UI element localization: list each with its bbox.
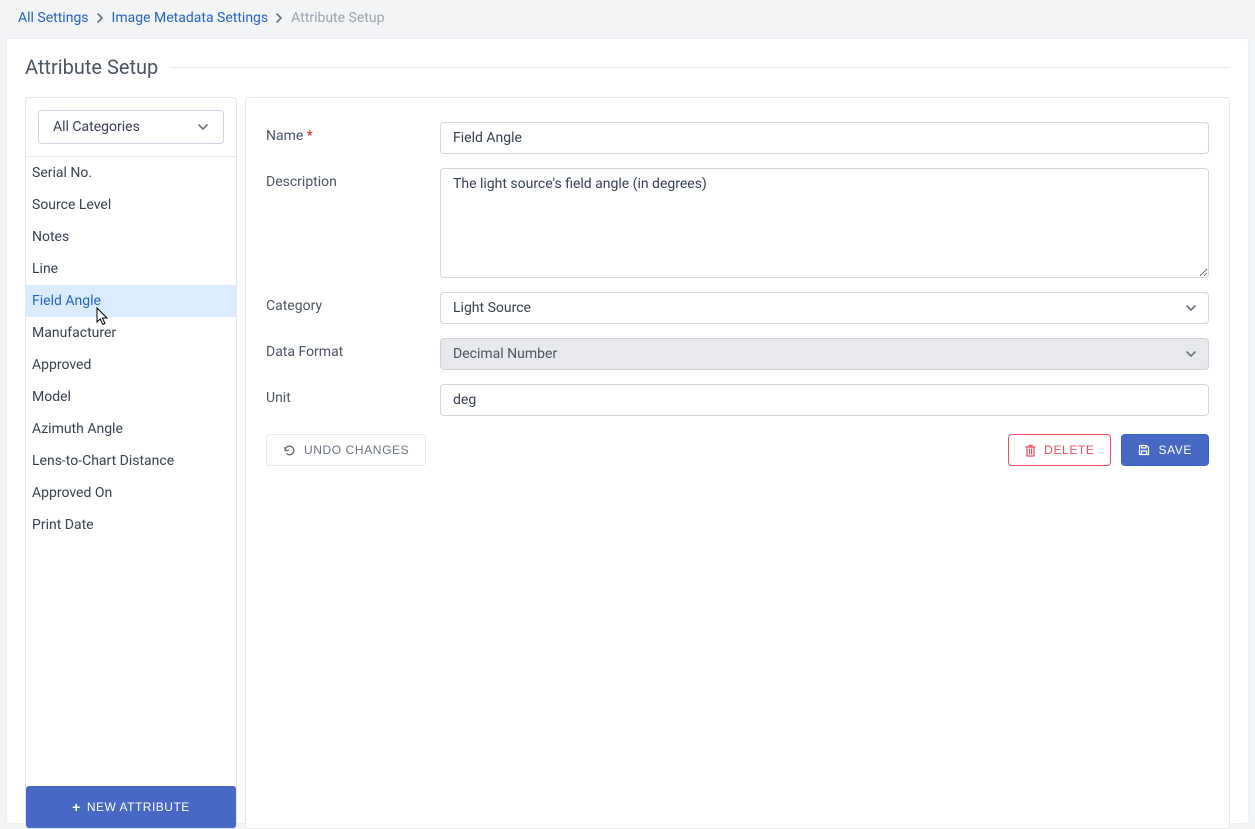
row-name: Name * [266,122,1209,154]
category-filter-select[interactable]: All Categories [38,110,224,144]
trash-icon [1025,444,1036,457]
attribute-list-item[interactable]: Model [26,381,236,413]
chevron-right-icon [276,13,283,23]
label-name-text: Name [266,128,303,144]
breadcrumb-link-all-settings[interactable]: All Settings [18,10,89,26]
category-select[interactable] [440,292,1209,324]
delete-label: DELETE [1044,443,1094,457]
label-category: Category [266,292,440,314]
sidebar-top: All Categories [26,98,236,156]
attribute-list-item[interactable]: Manufacturer [26,317,236,349]
attribute-detail-panel: Name * Description The light source's fi… [245,97,1230,829]
category-filter-value: All Categories [53,119,140,135]
attribute-list-item[interactable]: Approved On [26,477,236,509]
sidebar-bottom: + NEW ATTRIBUTE [26,786,236,828]
category-select-wrap [440,292,1209,324]
attribute-list[interactable]: Serial No.Source LevelNotesLineField Ang… [26,156,236,786]
attribute-list-item[interactable]: Serial No. [26,157,236,189]
attribute-list-item[interactable]: Azimuth Angle [26,413,236,445]
save-label: SAVE [1158,443,1192,457]
attribute-list-item[interactable]: Print Date [26,509,236,541]
save-button[interactable]: SAVE [1121,434,1209,466]
page-title-row: Attribute Setup [25,55,1230,79]
row-category: Category [266,292,1209,324]
title-divider [170,67,1230,68]
attribute-list-item[interactable]: Notes [26,221,236,253]
chevron-right-icon [97,13,104,23]
row-description: Description The light source's field ang… [266,168,1209,278]
label-data-format: Data Format [266,338,440,360]
required-mark: * [307,128,313,144]
attribute-list-item[interactable]: Field Angle [26,285,236,317]
save-icon [1138,444,1150,456]
undo-changes-button[interactable]: UNDO CHANGES [266,434,426,466]
data-format-select-wrap [440,338,1209,370]
description-textarea[interactable]: The light source's field angle (in degre… [440,168,1209,278]
page-title: Attribute Setup [25,55,158,79]
page-card: Attribute Setup All Categories Serial No… [6,38,1249,824]
unit-input[interactable] [440,384,1209,416]
breadcrumb: All Settings Image Metadata Settings Att… [0,0,1255,38]
form-actions: UNDO CHANGES DELETE SAVE [266,434,1209,466]
row-unit: Unit [266,384,1209,416]
attribute-list-item[interactable]: Source Level [26,189,236,221]
attribute-list-item[interactable]: Lens-to-Chart Distance [26,445,236,477]
attribute-list-item[interactable]: Line [26,253,236,285]
name-input[interactable] [440,122,1209,154]
delete-button[interactable]: DELETE [1008,434,1111,466]
plus-icon: + [72,799,81,815]
row-data-format: Data Format [266,338,1209,370]
data-format-select[interactable] [440,338,1209,370]
new-attribute-label: NEW ATTRIBUTE [87,800,190,814]
new-attribute-button[interactable]: + NEW ATTRIBUTE [26,786,236,828]
breadcrumb-link-image-metadata-settings[interactable]: Image Metadata Settings [112,10,269,26]
undo-icon [283,444,296,457]
breadcrumb-current: Attribute Setup [291,10,384,26]
label-description: Description [266,168,440,190]
attribute-sidebar: All Categories Serial No.Source LevelNot… [25,97,237,829]
label-unit: Unit [266,384,440,406]
chevron-down-icon [197,123,209,131]
attribute-list-item[interactable]: Approved [26,349,236,381]
content-split: All Categories Serial No.Source LevelNot… [25,97,1230,829]
undo-label: UNDO CHANGES [304,443,409,457]
label-name: Name * [266,122,440,144]
